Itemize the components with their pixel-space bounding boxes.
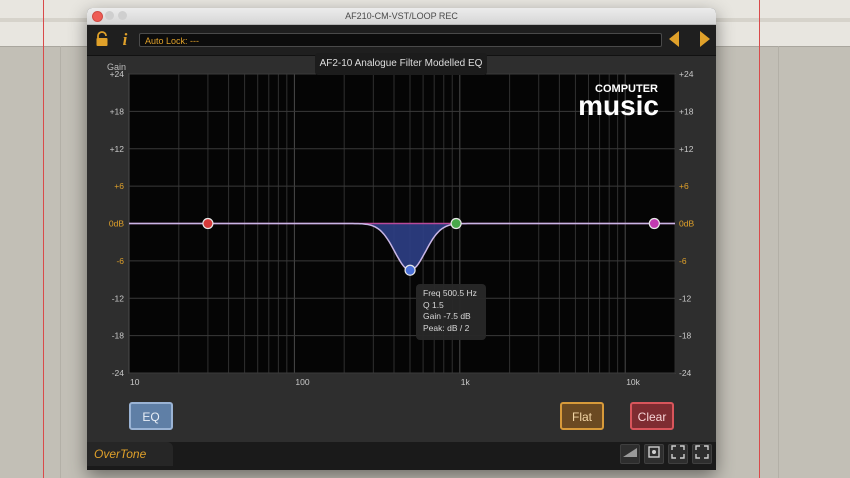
eq-node-mid[interactable] [404,264,416,276]
y-tick-label-right: +12 [679,144,694,154]
y-tick-label-left: -24 [112,368,125,378]
eq-button[interactable]: EQ [129,402,173,430]
arrow-right-icon[interactable] [700,31,710,47]
y-tick-label-right: +24 [679,69,694,79]
window-titlebar[interactable]: AF210-CM-VST/LOOP REC [87,8,716,25]
plugin-toolbar: i Auto Lock: --- [87,25,716,56]
daw-grid-line [778,46,779,478]
zoom-button[interactable] [118,11,127,20]
eq-node-high-mid[interactable] [450,217,462,230]
eq-node-low[interactable] [202,217,214,230]
close-button[interactable] [92,11,103,22]
y-tick-label-left: +6 [114,181,124,191]
fullscreen-icon[interactable] [692,444,712,464]
padlock-icon[interactable] [93,31,111,49]
daw-locator-right[interactable] [759,0,760,478]
clear-button[interactable]: Clear [630,402,674,430]
node-tooltip: Freq 500.5 Hz Q 1.5 Gain -7.5 dB Peak: d… [416,284,486,340]
eq-graph[interactable]: +24 +24+18 +18+12 +12+6 +60dB 0dB-6 -6-12 -12-1… [87,56,716,442]
x-tick-label: 100 [295,377,309,387]
tooltip-gain: Gain -7.5 dB [423,311,471,321]
window-title: AF210-CM-VST/LOOP REC [345,11,458,21]
meter-icon[interactable] [620,444,640,464]
y-tick-label-left: +12 [110,144,125,154]
y-tick-label-left: 0dB [109,219,124,229]
tooltip-q: Q 1.5 [423,299,444,310]
daw-locator-left[interactable] [43,0,44,478]
y-tick-label-right: 0dB [679,219,694,229]
flat-button[interactable]: Flat [560,402,604,430]
brand-label: OverTone DSP [87,442,173,466]
plugin-window: AF210-CM-VST/LOOP REC i Auto Lock: --- +… [87,8,716,470]
y-tick-label-left: -12 [112,293,125,303]
y-tick-label-right: +6 [679,181,689,191]
y-tick-label-left: +18 [110,106,125,116]
x-tick-label: 10k [626,377,640,387]
autolock-display[interactable]: Auto Lock: --- [139,33,662,47]
plugin-footer: OverTone DSP [87,442,716,470]
x-tick-label: 1k [461,377,471,387]
y-tick-label-right: -6 [679,256,687,266]
y-tick-label-left: -18 [112,331,125,341]
minimize-button[interactable] [105,11,114,20]
expand-icon[interactable] [668,444,688,464]
tooltip-freq: Freq 500.5 Hz [423,288,477,298]
info-icon[interactable]: i [116,31,134,49]
eq-node-high[interactable] [648,217,660,230]
target-icon[interactable] [644,444,664,464]
eq-panel: +24 +24 +18 +18 +12 +12 +6 +6 0dB 0dB -6 -6 -12 -12 -1… [87,53,716,442]
y-axis-label: Gain [107,62,127,72]
x-tick-label: 10 [130,377,140,387]
tooltip-peak: Peak: dB / 2 [423,322,470,333]
plugin-title: AF2-10 Analogue Filter Modelled EQ [315,53,487,75]
y-tick-label-right: -18 [679,331,692,341]
y-tick-label-right: +18 [679,106,694,116]
arrow-left-icon[interactable] [669,31,679,47]
logo-music: music [578,90,659,121]
daw-grid-line [60,46,61,478]
y-tick-label-right: -12 [679,293,692,303]
y-tick-label-left: -6 [116,256,124,266]
y-tick-label-right: -24 [679,368,692,378]
